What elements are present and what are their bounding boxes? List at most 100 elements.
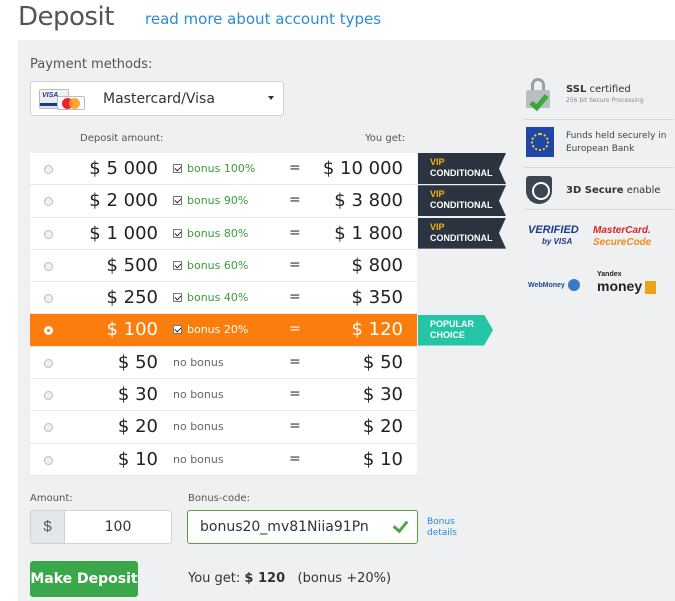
amount-label: Amount: <box>30 493 73 504</box>
mastercard-securecode-logo: MasterCard. SecureCode <box>593 225 652 248</box>
deposit-amount: $ 10 <box>117 448 158 470</box>
bonus-option[interactable]: bonus 90% <box>173 194 248 207</box>
deposit-amount: $ 50 <box>117 351 158 373</box>
option-radio[interactable] <box>44 455 53 465</box>
vip-conditional-tag: VIP CONDITIONAL <box>418 153 506 184</box>
bonus-text: bonus 40% <box>187 291 249 305</box>
you-get-amount: $ 800 <box>351 254 403 276</box>
bonus-option[interactable]: bonus 80% <box>173 227 248 240</box>
bonus-checkbox[interactable] <box>173 293 182 303</box>
bonus-option[interactable]: bonus 100% <box>173 162 255 175</box>
deposit-amount: $ 250 <box>106 287 158 309</box>
equals-sign: = <box>289 224 301 241</box>
deposit-option-row[interactable]: $ 10 no bonus = $ 10 <box>30 443 417 476</box>
deposit-option-row[interactable]: $ 50 no bonus = $ 50 <box>30 346 417 380</box>
option-radio[interactable] <box>44 165 53 174</box>
tag-line-2: CONDITIONAL <box>430 168 493 178</box>
deposit-amount: $ 5 000 <box>89 158 158 179</box>
equals-sign: = <box>289 192 301 209</box>
option-radio[interactable] <box>44 294 53 304</box>
tag-line-1: VIP <box>430 157 445 167</box>
option-radio[interactable] <box>44 358 53 368</box>
deposit-option-row[interactable]: $ 5 000 bonus 100% = $ 10 000 <box>30 153 417 186</box>
eu-bank-text: Funds held securely in European Bank <box>566 131 667 154</box>
you-get-summary: You get: $ 120 (bonus +20%) <box>188 571 392 586</box>
bonus-option[interactable]: bonus 40% <box>173 291 248 304</box>
wallet-icon <box>645 280 657 294</box>
eu-flag-icon <box>526 127 554 157</box>
you-get-amount: $ 3 800 <box>334 190 403 212</box>
popular-choice-tag: POPULAR CHOICE <box>418 314 493 346</box>
ssl-badge: SSL certified 256 bit Secure Processing <box>524 76 674 120</box>
you-get-amount: $ 10 <box>362 448 403 470</box>
bonus-option: no bonus <box>173 420 224 433</box>
tag-line-1: VIP <box>430 221 445 232</box>
eu-bank-badge: Funds held securely in European Bank <box>524 120 674 168</box>
verified-by-visa-logo: VERIFIED by VISA <box>528 224 579 247</box>
deposit-amount-header: Deposit amount: <box>80 133 164 144</box>
option-radio[interactable] <box>44 229 53 239</box>
option-radio[interactable] <box>44 197 53 207</box>
bonus-checkbox[interactable] <box>173 164 182 173</box>
you-get-amount: $ 1 800 <box>334 222 403 244</box>
option-radio[interactable] <box>44 261 53 271</box>
bonus-text: no bonus <box>173 420 224 434</box>
option-radio[interactable] <box>44 326 53 336</box>
mastercard-icon <box>57 95 85 110</box>
bonus-text: no bonus <box>173 452 224 466</box>
deposit-options-list: $ 5 000 bonus 100% = $ 10 000 $ 2 000 bonus 9… <box>30 153 417 476</box>
equals-sign: = <box>289 256 301 273</box>
equals-sign: = <box>289 386 301 403</box>
deposit-option-row[interactable]: $ 2 000 bonus 90% = $ 3 800 <box>30 185 417 218</box>
bonus-option[interactable]: bonus 60% <box>173 259 248 272</box>
deposit-amount: $ 500 <box>106 254 158 276</box>
deposit-amount: $ 100 <box>106 319 158 341</box>
you-get-amount: $ 10 000 <box>322 158 403 179</box>
bonus-details-link[interactable]: Bonus details <box>427 517 467 539</box>
you-get-amount: $ 50 <box>362 351 403 373</box>
option-radio[interactable] <box>44 423 53 433</box>
bonus-code-input[interactable] <box>187 510 418 544</box>
bonus-checkbox[interactable] <box>173 228 182 238</box>
bonus-checkbox[interactable] <box>173 196 182 206</box>
amount-input[interactable] <box>64 510 172 544</box>
deposit-option-row[interactable]: $ 30 no bonus = $ 30 <box>30 379 417 412</box>
globe-icon <box>567 279 580 291</box>
lock-icon <box>526 78 552 112</box>
account-types-link[interactable]: read more about account types <box>145 10 381 28</box>
currency-addon: $ <box>30 510 64 544</box>
deposit-option-row[interactable]: $ 500 bonus 60% = $ 800 <box>30 249 417 283</box>
you-get-amount: $ 350 <box>351 287 403 309</box>
you-get-amount: $ 120 <box>351 319 403 341</box>
equals-sign: = <box>289 321 301 338</box>
caret-down-icon <box>268 96 274 100</box>
bonus-checkbox[interactable] <box>173 325 182 335</box>
bonus-text: bonus 20% <box>187 323 249 337</box>
3d-secure-badge: 3D Secure enable <box>524 170 674 210</box>
bonus-code-label: Bonus-code: <box>188 493 250 504</box>
equals-sign: = <box>289 418 301 435</box>
bonus-text: bonus 60% <box>187 258 249 272</box>
card-icons: VISA <box>39 88 95 110</box>
page-title: Deposit <box>18 2 114 32</box>
deposit-option-row[interactable]: $ 20 no bonus = $ 20 <box>30 411 417 444</box>
vip-conditional-tag: VIP CONDITIONAL <box>418 185 506 217</box>
bonus-checkbox[interactable] <box>173 260 182 270</box>
bonus-option: no bonus <box>173 388 224 401</box>
deposit-option-row[interactable]: $ 1 000 bonus 80% = $ 1 800 <box>30 217 417 250</box>
payment-method-select[interactable]: VISA Mastercard/Visa <box>30 81 284 116</box>
equals-sign: = <box>289 289 301 306</box>
deposit-option-row[interactable]: $ 100 bonus 20% = $ 120 <box>30 314 417 347</box>
bonus-text: bonus 100% <box>187 162 256 175</box>
equals-sign: = <box>289 353 301 370</box>
equals-sign: = <box>289 160 301 176</box>
payment-method-value: Mastercard/Visa <box>103 90 215 107</box>
option-radio[interactable] <box>44 391 53 401</box>
bonus-option[interactable]: bonus 20% <box>173 323 248 336</box>
deposit-option-row[interactable]: $ 250 bonus 40% = $ 350 <box>30 282 417 315</box>
make-deposit-button[interactable]: Make Deposit <box>30 561 138 597</box>
deposit-amount: $ 2 000 <box>89 190 158 212</box>
bonus-option: no bonus <box>173 453 224 466</box>
tag-line-1: VIP <box>430 189 445 200</box>
you-get-amount: $ 30 <box>362 384 403 406</box>
